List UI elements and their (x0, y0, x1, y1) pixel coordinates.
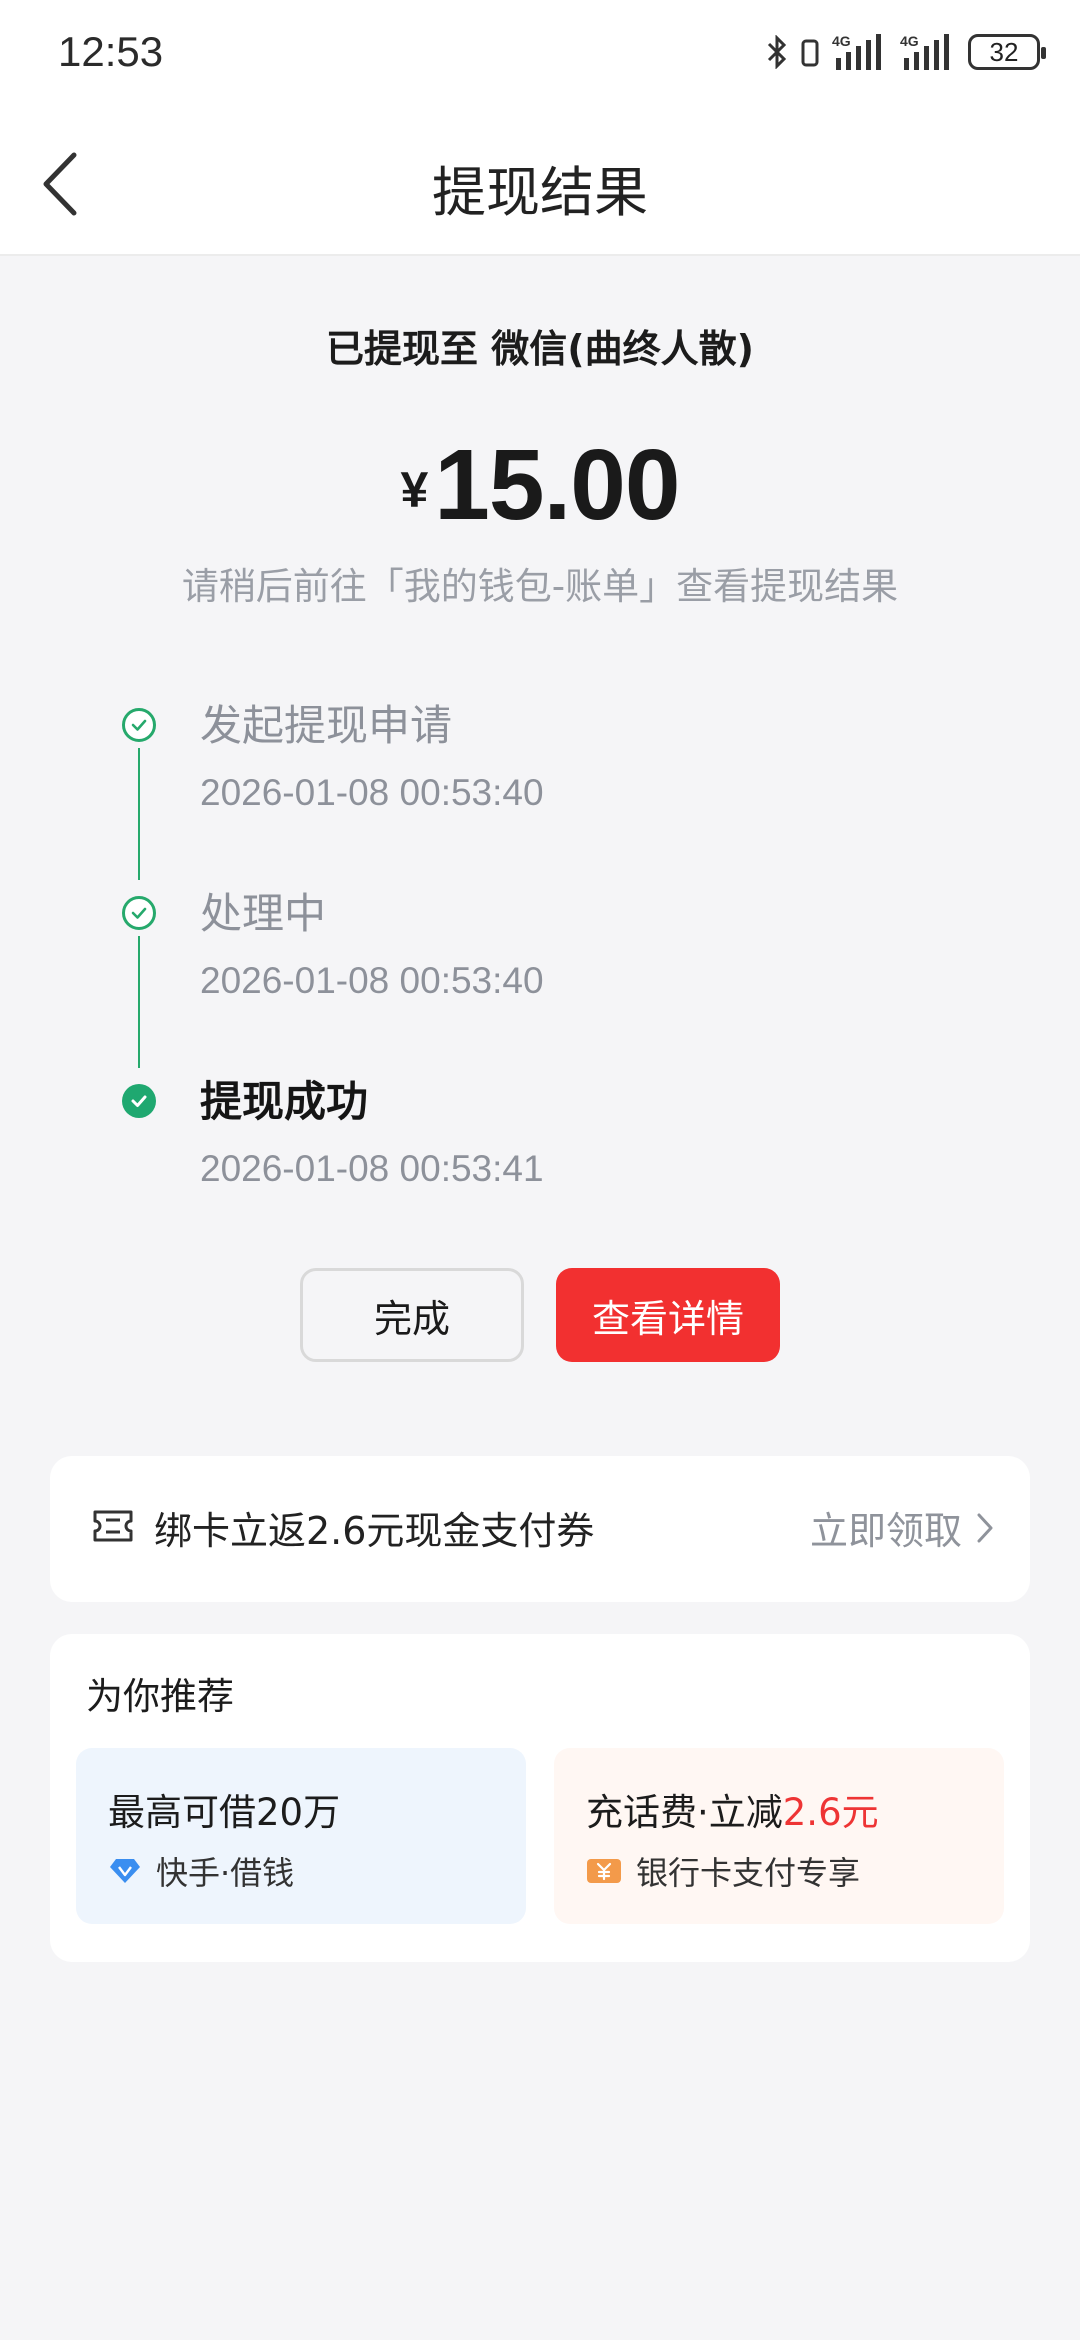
signal-4g-icon: 4G (832, 33, 881, 70)
nav-bar: 提现结果 (0, 110, 1080, 256)
timeline-step: 处理中 2026-01-08 00:53:40 (110, 878, 910, 1028)
amount-value: 15.00 (434, 429, 680, 541)
recommend-item-title-highlight: 2.6元 (782, 1791, 879, 1834)
yuan-ticket-icon (587, 1859, 621, 1883)
claim-now-link[interactable]: 立即领取 (810, 1500, 994, 1555)
check-circle-filled-icon (122, 1084, 156, 1118)
recommendations-title: 为你推荐 (86, 1675, 234, 1718)
recommend-item-source: 快手·借钱 (156, 1854, 295, 1892)
recommend-item-title: 最高可借20万 (108, 1791, 341, 1834)
coupon-icon (93, 1510, 133, 1542)
claim-now-label: 立即领取 (809, 1509, 962, 1553)
step-time: 2026-01-08 00:53:41 (200, 1148, 544, 1189)
recommend-item-title-prefix: 充话费·立减 (586, 1791, 783, 1834)
battery-indicator: 32 (968, 34, 1046, 70)
recommend-item-subtitle: 银行卡支付专享 (586, 1848, 860, 1894)
withdraw-destination: 已提现至 微信(曲终人散) (326, 327, 754, 371)
timeline-step: 发起提现申请 2026-01-08 00:53:40 (110, 690, 910, 840)
view-details-button[interactable]: 查看详情 (556, 1268, 780, 1362)
page-title: 提现结果 (432, 161, 648, 224)
step-label: 处理中 (200, 889, 327, 938)
chevron-right-icon (977, 1513, 993, 1542)
recommendations-card: 为你推荐 最高可借20万 快手·借钱 充话费·立减2.6元 银行卡支付专享 (50, 1634, 1030, 1962)
bind-card-promo[interactable]: 绑卡立返2.6元现金支付券 立即领取 (50, 1456, 1030, 1602)
recommend-item-subtitle: 快手·借钱 (108, 1848, 294, 1894)
check-circle-icon (122, 708, 156, 742)
bluetooth-icon (767, 35, 787, 69)
recommend-item-source: 银行卡支付专享 (636, 1854, 861, 1892)
step-label: 提现成功 (200, 1077, 369, 1126)
step-time: 2026-01-08 00:53:40 (200, 960, 544, 1001)
diamond-icon (110, 1859, 140, 1883)
phone-vibrate-icon (801, 39, 819, 67)
svg-text:4G: 4G (832, 33, 851, 49)
recommend-item-topup[interactable]: 充话费·立减2.6元 银行卡支付专享 (554, 1748, 1004, 1924)
signal-4g-icon-2: 4G (900, 33, 949, 70)
currency-symbol: ¥ (400, 462, 429, 518)
result-hint: 请稍后前往「我的钱包-账单」查看提现结果 (181, 565, 899, 608)
step-label: 发起提现申请 (200, 701, 453, 750)
check-circle-icon (122, 896, 156, 930)
step-time: 2026-01-08 00:53:40 (200, 772, 544, 813)
promo-text: 绑卡立返2.6元现金支付券 (154, 1509, 595, 1553)
recommend-item-title: 充话费·立减2.6元 (586, 1782, 879, 1836)
status-icons: 4G 4G 32 (766, 30, 1046, 74)
recommend-item-loan[interactable]: 最高可借20万 快手·借钱 (76, 1748, 526, 1924)
done-button[interactable]: 完成 (300, 1268, 524, 1362)
status-time: 12:53 (58, 28, 164, 75)
withdraw-amount: ¥15.00 (0, 428, 1080, 543)
timeline-step: 提现成功 2026-01-08 00:53:41 (110, 1066, 910, 1216)
status-bar: 12:53 4G 4G 32 (0, 0, 1080, 110)
svg-text:4G: 4G (900, 33, 919, 49)
